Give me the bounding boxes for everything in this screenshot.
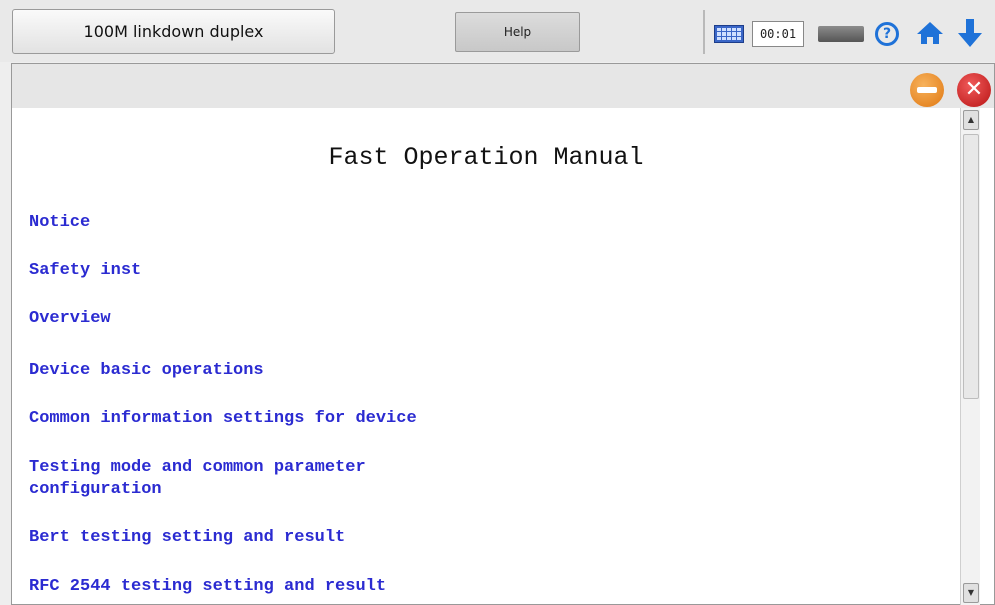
toc-link-safety-inst[interactable]: Safety inst (29, 260, 141, 282)
down-arrow-icon[interactable] (955, 17, 985, 49)
toc-link-rfc2544-testing[interactable]: RFC 2544 testing setting and result (29, 576, 386, 598)
top-toolbar: 100M linkdown duplex Help 00:01 ? (0, 0, 995, 62)
toc-link-testing-mode-continued[interactable]: configuration (29, 479, 162, 501)
toc-link-notice[interactable]: Notice (29, 212, 90, 234)
battery-icon (818, 26, 864, 42)
home-icon[interactable] (915, 20, 945, 46)
timer-display: 00:01 (752, 21, 804, 47)
vertical-scrollbar[interactable]: ▲ ▼ (960, 108, 980, 605)
help-button[interactable]: Help (455, 12, 580, 52)
keyboard-icon[interactable] (714, 25, 744, 43)
toolbar-divider (703, 10, 705, 54)
toc-link-device-basic-operations[interactable]: Device basic operations (29, 360, 264, 382)
scroll-down-button[interactable]: ▼ (963, 583, 979, 603)
toc-link-bert-testing[interactable]: Bert testing setting and result (29, 527, 345, 549)
manual-content: Fast Operation Manual Notice Safety inst… (12, 108, 960, 605)
manual-panel: ✕ Fast Operation Manual Notice Safety in… (11, 63, 995, 605)
minimize-icon[interactable] (910, 73, 944, 107)
help-circle-icon[interactable]: ? (875, 22, 899, 46)
toc-link-testing-mode[interactable]: Testing mode and common parameter (29, 457, 366, 479)
toc-link-overview[interactable]: Overview (29, 308, 111, 330)
scroll-up-button[interactable]: ▲ (963, 110, 979, 130)
page-title: Fast Operation Manual (328, 143, 644, 172)
toc-link-common-information-settings[interactable]: Common information settings for device (29, 408, 417, 430)
panel-header: ✕ (12, 64, 994, 108)
link-status-button[interactable]: 100M linkdown duplex (12, 9, 335, 54)
close-icon[interactable]: ✕ (957, 73, 991, 107)
scroll-thumb[interactable] (963, 134, 979, 399)
